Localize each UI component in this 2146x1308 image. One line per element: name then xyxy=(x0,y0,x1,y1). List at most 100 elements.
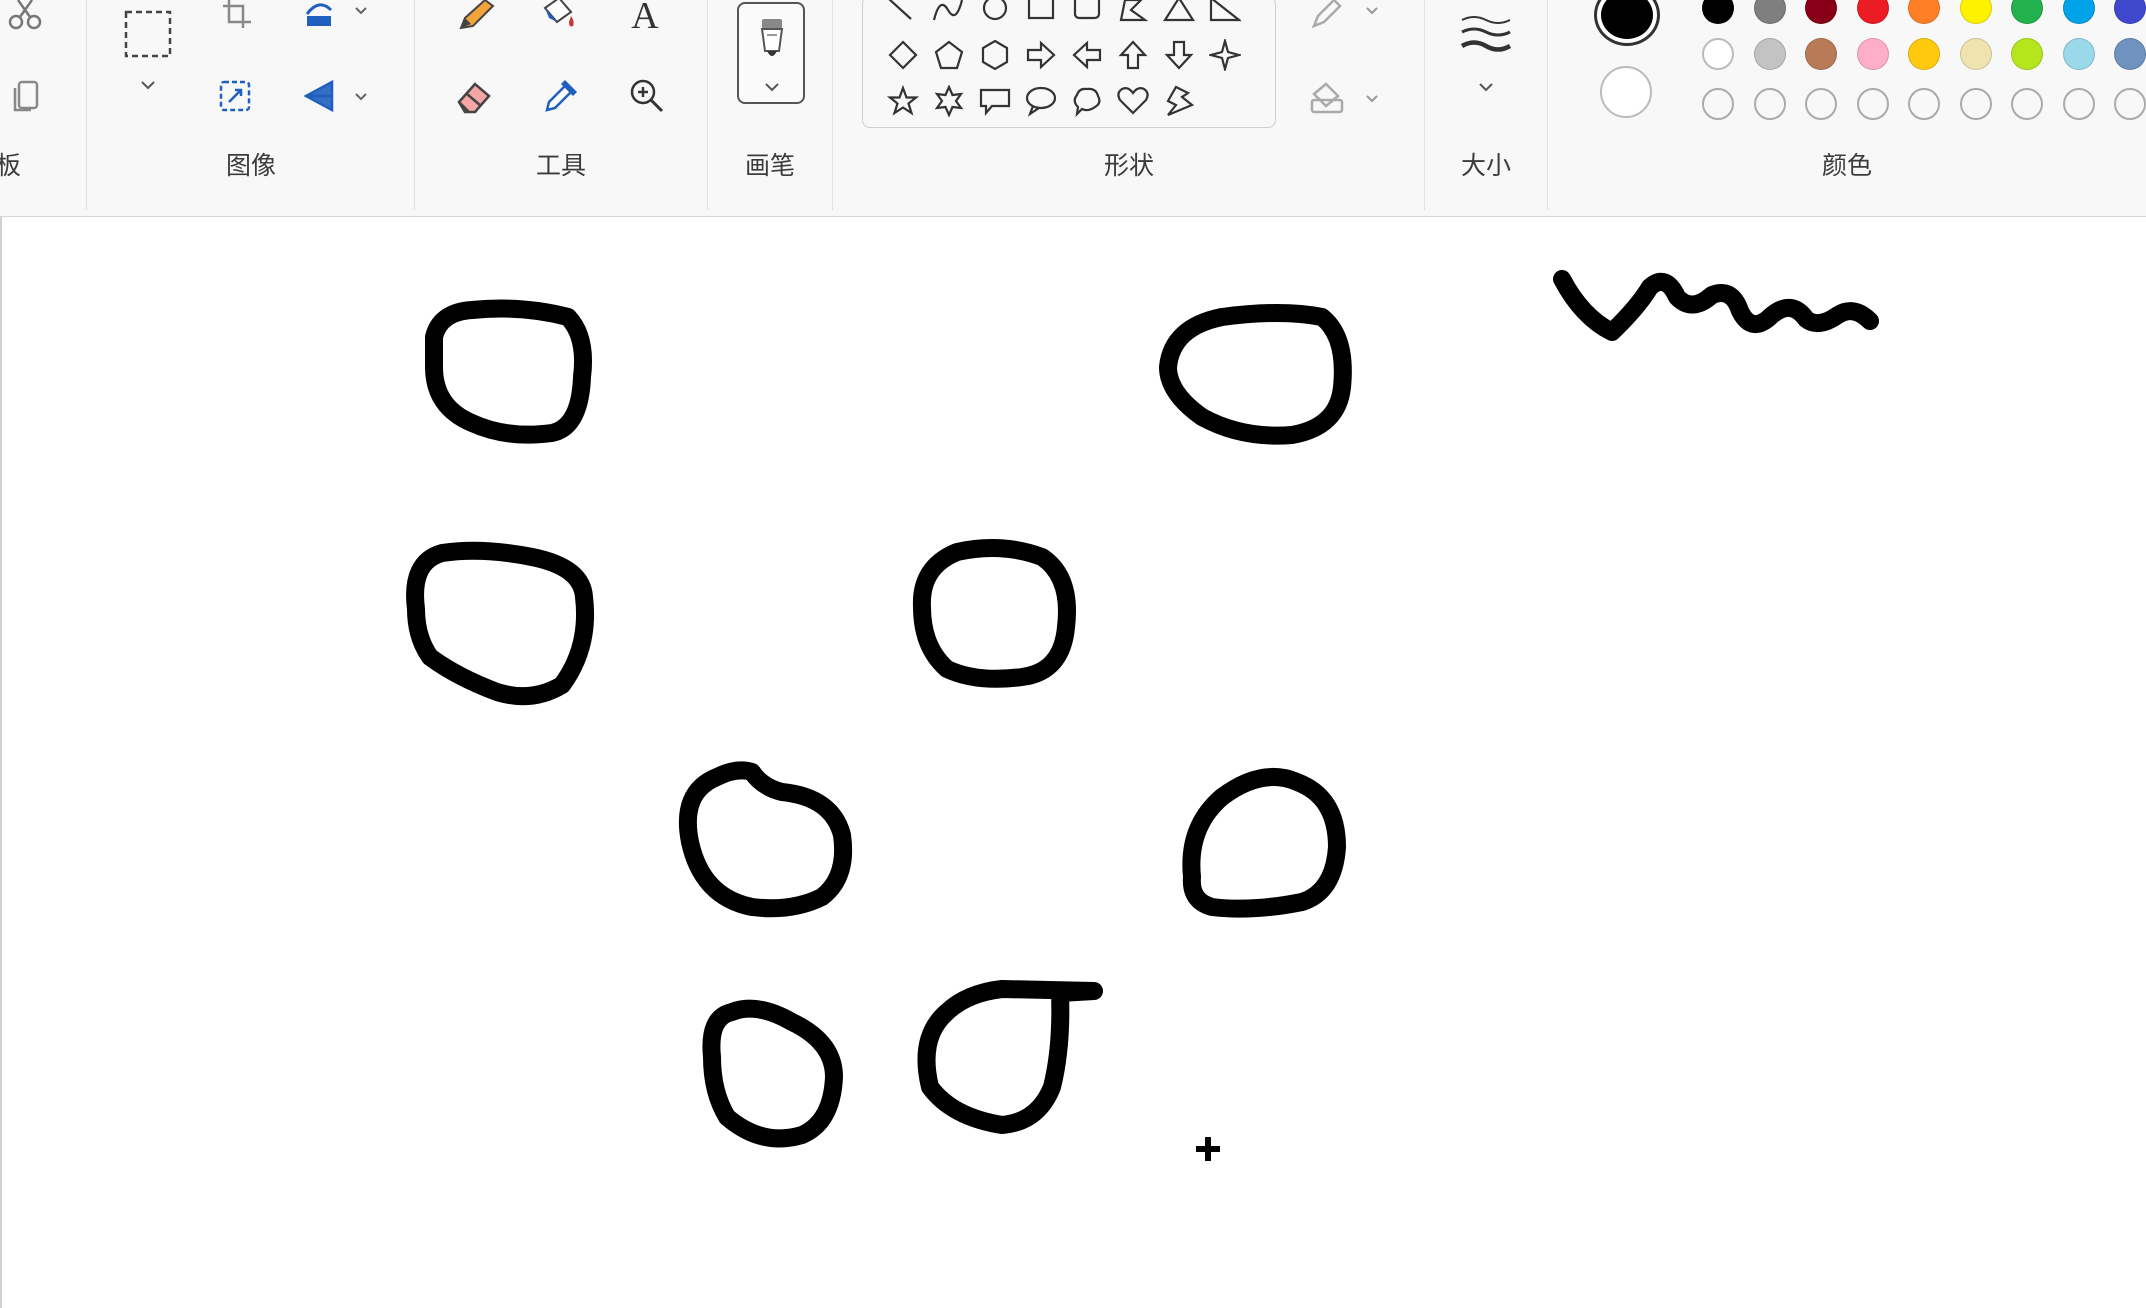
shape-polygon-icon[interactable] xyxy=(1113,0,1153,31)
text-tool-glyph: A xyxy=(631,0,659,37)
brush-icon xyxy=(753,14,791,64)
drawn-zigzag xyxy=(1553,270,1879,341)
shape-left-arrow-icon[interactable] xyxy=(1067,35,1107,75)
palette-color-swatch[interactable] xyxy=(2062,0,2095,24)
palette-color-swatch[interactable] xyxy=(1908,38,1940,70)
palette-color-swatch[interactable] xyxy=(1856,38,1889,70)
flip-icon[interactable] xyxy=(297,76,341,116)
tools-group-label: 工具 xyxy=(535,152,586,180)
custom-color-slot[interactable] xyxy=(1856,88,1889,120)
shape-oval-callout-icon[interactable] xyxy=(1021,81,1061,121)
ribbon-toolbar: 板 图像 A 工具 画笔 形状 大小 颜色 xyxy=(0,0,2146,217)
palette-color-swatch[interactable] xyxy=(1805,0,1837,24)
scissors-icon[interactable] xyxy=(4,0,48,30)
drawing-canvas[interactable] xyxy=(0,217,2146,1308)
palette-color-swatch[interactable] xyxy=(1753,0,1786,24)
shape-cloud-callout-icon[interactable] xyxy=(1067,81,1107,121)
chevron-down-icon[interactable] xyxy=(139,78,157,96)
custom-color-slot[interactable] xyxy=(1959,88,1992,120)
fill-bucket-icon[interactable] xyxy=(539,0,583,32)
palette-color-swatch[interactable] xyxy=(1702,38,1734,70)
crop-icon[interactable] xyxy=(217,0,257,30)
shape-line-icon[interactable] xyxy=(883,0,923,31)
image-group-label: 图像 xyxy=(225,152,276,180)
palette-color-swatch[interactable] xyxy=(1753,38,1786,70)
size-group-label: 大小 xyxy=(1460,152,1511,180)
primary-color-swatch[interactable] xyxy=(1594,0,1660,46)
text-icon[interactable]: A xyxy=(625,0,665,37)
shape-rounded-rectangle-icon[interactable] xyxy=(1067,0,1107,31)
chevron-down-icon[interactable] xyxy=(1477,80,1495,98)
palette-color-swatch[interactable] xyxy=(2011,38,2043,70)
drawn-circle xyxy=(1159,304,1352,445)
drawn-teardrop xyxy=(917,980,1103,1134)
chevron-down-icon xyxy=(763,80,781,98)
shape-up-arrow-icon[interactable] xyxy=(1113,35,1153,75)
resize-icon[interactable] xyxy=(213,76,257,116)
image-group: 图像 xyxy=(87,0,415,212)
shape-four-point-star-icon[interactable] xyxy=(1205,35,1245,75)
shape-curve-icon[interactable] xyxy=(929,0,969,31)
shape-down-arrow-icon[interactable] xyxy=(1159,35,1199,75)
shape-triangle-icon[interactable] xyxy=(1159,0,1199,31)
color-picker-icon[interactable] xyxy=(539,74,583,118)
custom-color-slot[interactable] xyxy=(2011,88,2043,120)
shape-rect-callout-icon[interactable] xyxy=(975,81,1015,121)
secondary-color-swatch[interactable] xyxy=(1600,66,1652,118)
tools-group: A 工具 xyxy=(415,0,707,212)
shape-oval-icon[interactable] xyxy=(975,0,1015,31)
drawn-circle xyxy=(425,299,593,444)
custom-color-slot[interactable] xyxy=(1908,88,1940,120)
drawn-circle xyxy=(678,761,853,918)
clipboard-group: 板 xyxy=(0,0,86,212)
magnifier-icon[interactable] xyxy=(625,74,669,118)
colors-group-label: 颜色 xyxy=(1821,152,1872,180)
chevron-down-icon[interactable] xyxy=(1364,92,1380,110)
shape-heart-icon[interactable] xyxy=(1113,81,1153,121)
shape-lightning-icon[interactable] xyxy=(1159,81,1199,121)
select-rectangle-icon[interactable] xyxy=(120,6,176,62)
custom-color-slot[interactable] xyxy=(1753,88,1786,120)
palette-color-swatch[interactable] xyxy=(1856,0,1889,24)
shape-hexagon-icon[interactable] xyxy=(975,35,1015,75)
palette-color-swatch[interactable] xyxy=(1908,0,1940,24)
shapes-group-label: 形状 xyxy=(1103,152,1154,180)
pencil-icon[interactable] xyxy=(453,0,497,32)
palette-color-swatch[interactable] xyxy=(1805,38,1837,70)
chevron-down-icon[interactable] xyxy=(353,90,369,108)
shape-right-triangle-icon[interactable] xyxy=(1205,0,1245,31)
shape-five-point-star-icon[interactable] xyxy=(883,81,923,121)
custom-color-slot[interactable] xyxy=(2062,88,2095,120)
custom-color-slot[interactable] xyxy=(1702,88,1734,120)
palette-color-swatch[interactable] xyxy=(2062,38,2095,70)
shape-diamond-icon[interactable] xyxy=(883,35,923,75)
drawn-circle xyxy=(702,999,843,1148)
shape-right-arrow-icon[interactable] xyxy=(1021,35,1061,75)
shapes-gallery xyxy=(862,0,1276,128)
shape-fill-icon[interactable] xyxy=(1306,78,1350,118)
palette-color-swatch[interactable] xyxy=(1959,0,1992,24)
eraser-icon[interactable] xyxy=(453,74,497,118)
crosshair-cursor-icon xyxy=(1196,1137,1220,1161)
shape-outline-icon[interactable] xyxy=(1306,0,1350,30)
palette-color-swatch[interactable] xyxy=(1959,38,1992,70)
copy-icon[interactable] xyxy=(6,76,46,116)
palette-color-swatch[interactable] xyxy=(2011,0,2043,24)
palette-color-swatch[interactable] xyxy=(2114,0,2146,24)
shape-pentagon-icon[interactable] xyxy=(929,35,969,75)
brush-button[interactable] xyxy=(737,2,805,104)
palette-color-swatch[interactable] xyxy=(1702,0,1734,24)
drawn-circle xyxy=(406,541,595,706)
custom-color-slot[interactable] xyxy=(1805,88,1837,120)
shape-rectangle-icon[interactable] xyxy=(1021,0,1061,31)
canvas-drawing xyxy=(406,270,1879,1148)
rotate-icon[interactable] xyxy=(299,0,339,30)
chevron-down-icon[interactable] xyxy=(1364,4,1380,22)
clipboard-label: 板 xyxy=(0,152,22,180)
palette-color-swatch[interactable] xyxy=(2114,38,2146,70)
shape-six-point-star-icon[interactable] xyxy=(929,81,969,121)
custom-color-slot[interactable] xyxy=(2114,88,2146,120)
chevron-down-icon[interactable] xyxy=(353,4,369,22)
line-size-icon[interactable] xyxy=(1456,12,1516,62)
drawn-circle xyxy=(1182,768,1346,918)
